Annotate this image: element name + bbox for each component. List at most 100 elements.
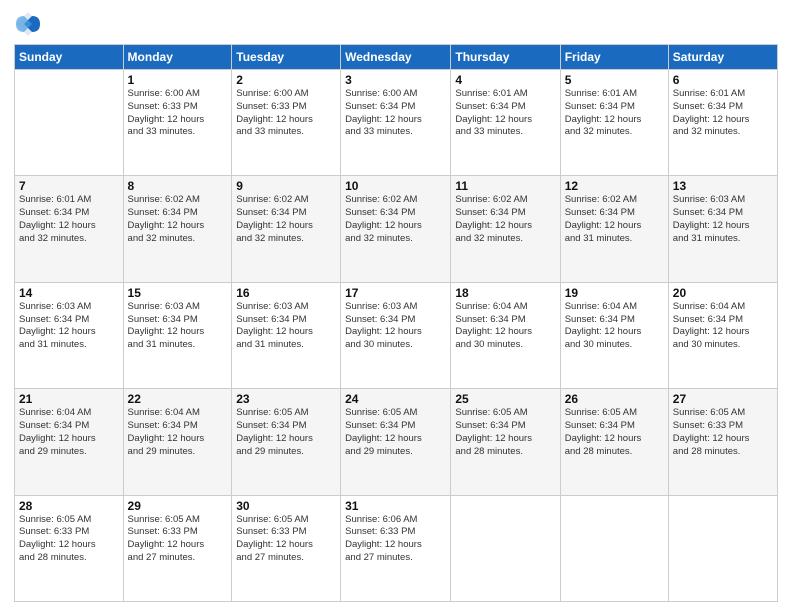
col-header-wednesday: Wednesday xyxy=(341,45,451,70)
calendar-cell xyxy=(668,495,777,601)
day-info: Sunrise: 6:02 AM Sunset: 6:34 PM Dayligh… xyxy=(345,194,446,245)
calendar-cell: 31Sunrise: 6:06 AM Sunset: 6:33 PM Dayli… xyxy=(341,495,451,601)
day-number: 29 xyxy=(128,499,228,513)
calendar-cell: 29Sunrise: 6:05 AM Sunset: 6:33 PM Dayli… xyxy=(123,495,232,601)
logo-icon xyxy=(14,10,42,38)
col-header-friday: Friday xyxy=(560,45,668,70)
day-info: Sunrise: 6:02 AM Sunset: 6:34 PM Dayligh… xyxy=(236,194,336,245)
day-number: 23 xyxy=(236,392,336,406)
calendar-cell: 18Sunrise: 6:04 AM Sunset: 6:34 PM Dayli… xyxy=(451,282,560,388)
calendar-cell: 19Sunrise: 6:04 AM Sunset: 6:34 PM Dayli… xyxy=(560,282,668,388)
week-row-2: 7Sunrise: 6:01 AM Sunset: 6:34 PM Daylig… xyxy=(15,176,778,282)
calendar-cell: 6Sunrise: 6:01 AM Sunset: 6:34 PM Daylig… xyxy=(668,70,777,176)
week-row-3: 14Sunrise: 6:03 AM Sunset: 6:34 PM Dayli… xyxy=(15,282,778,388)
col-header-tuesday: Tuesday xyxy=(232,45,341,70)
day-number: 3 xyxy=(345,73,446,87)
calendar-cell: 24Sunrise: 6:05 AM Sunset: 6:34 PM Dayli… xyxy=(341,389,451,495)
col-header-thursday: Thursday xyxy=(451,45,560,70)
day-info: Sunrise: 6:04 AM Sunset: 6:34 PM Dayligh… xyxy=(128,407,228,458)
day-number: 15 xyxy=(128,286,228,300)
calendar-cell: 11Sunrise: 6:02 AM Sunset: 6:34 PM Dayli… xyxy=(451,176,560,282)
day-info: Sunrise: 6:01 AM Sunset: 6:34 PM Dayligh… xyxy=(673,88,773,139)
day-info: Sunrise: 6:04 AM Sunset: 6:34 PM Dayligh… xyxy=(19,407,119,458)
day-number: 8 xyxy=(128,179,228,193)
day-number: 31 xyxy=(345,499,446,513)
day-info: Sunrise: 6:02 AM Sunset: 6:34 PM Dayligh… xyxy=(128,194,228,245)
day-info: Sunrise: 6:05 AM Sunset: 6:33 PM Dayligh… xyxy=(128,514,228,565)
day-info: Sunrise: 6:05 AM Sunset: 6:34 PM Dayligh… xyxy=(455,407,555,458)
day-info: Sunrise: 6:03 AM Sunset: 6:34 PM Dayligh… xyxy=(345,301,446,352)
week-row-5: 28Sunrise: 6:05 AM Sunset: 6:33 PM Dayli… xyxy=(15,495,778,601)
logo xyxy=(14,10,44,38)
calendar-cell xyxy=(451,495,560,601)
day-number: 18 xyxy=(455,286,555,300)
day-info: Sunrise: 6:00 AM Sunset: 6:34 PM Dayligh… xyxy=(345,88,446,139)
day-info: Sunrise: 6:04 AM Sunset: 6:34 PM Dayligh… xyxy=(673,301,773,352)
day-info: Sunrise: 6:01 AM Sunset: 6:34 PM Dayligh… xyxy=(455,88,555,139)
day-number: 26 xyxy=(565,392,664,406)
calendar-cell: 25Sunrise: 6:05 AM Sunset: 6:34 PM Dayli… xyxy=(451,389,560,495)
calendar-cell: 2Sunrise: 6:00 AM Sunset: 6:33 PM Daylig… xyxy=(232,70,341,176)
day-number: 21 xyxy=(19,392,119,406)
day-number: 4 xyxy=(455,73,555,87)
day-info: Sunrise: 6:05 AM Sunset: 6:34 PM Dayligh… xyxy=(565,407,664,458)
day-number: 10 xyxy=(345,179,446,193)
calendar-cell: 15Sunrise: 6:03 AM Sunset: 6:34 PM Dayli… xyxy=(123,282,232,388)
day-number: 17 xyxy=(345,286,446,300)
calendar-cell: 8Sunrise: 6:02 AM Sunset: 6:34 PM Daylig… xyxy=(123,176,232,282)
col-header-monday: Monday xyxy=(123,45,232,70)
calendar-cell: 17Sunrise: 6:03 AM Sunset: 6:34 PM Dayli… xyxy=(341,282,451,388)
day-info: Sunrise: 6:01 AM Sunset: 6:34 PM Dayligh… xyxy=(19,194,119,245)
day-info: Sunrise: 6:00 AM Sunset: 6:33 PM Dayligh… xyxy=(128,88,228,139)
day-number: 24 xyxy=(345,392,446,406)
day-number: 20 xyxy=(673,286,773,300)
calendar-table: SundayMondayTuesdayWednesdayThursdayFrid… xyxy=(14,44,778,602)
day-number: 11 xyxy=(455,179,555,193)
calendar-cell: 1Sunrise: 6:00 AM Sunset: 6:33 PM Daylig… xyxy=(123,70,232,176)
week-row-4: 21Sunrise: 6:04 AM Sunset: 6:34 PM Dayli… xyxy=(15,389,778,495)
day-info: Sunrise: 6:05 AM Sunset: 6:34 PM Dayligh… xyxy=(236,407,336,458)
calendar-cell: 20Sunrise: 6:04 AM Sunset: 6:34 PM Dayli… xyxy=(668,282,777,388)
day-number: 28 xyxy=(19,499,119,513)
calendar-cell: 9Sunrise: 6:02 AM Sunset: 6:34 PM Daylig… xyxy=(232,176,341,282)
day-number: 6 xyxy=(673,73,773,87)
calendar-cell: 7Sunrise: 6:01 AM Sunset: 6:34 PM Daylig… xyxy=(15,176,124,282)
week-row-1: 1Sunrise: 6:00 AM Sunset: 6:33 PM Daylig… xyxy=(15,70,778,176)
day-number: 5 xyxy=(565,73,664,87)
day-info: Sunrise: 6:05 AM Sunset: 6:33 PM Dayligh… xyxy=(19,514,119,565)
day-number: 16 xyxy=(236,286,336,300)
col-header-saturday: Saturday xyxy=(668,45,777,70)
calendar-cell xyxy=(15,70,124,176)
day-info: Sunrise: 6:03 AM Sunset: 6:34 PM Dayligh… xyxy=(128,301,228,352)
calendar-cell: 26Sunrise: 6:05 AM Sunset: 6:34 PM Dayli… xyxy=(560,389,668,495)
day-number: 2 xyxy=(236,73,336,87)
calendar-cell: 22Sunrise: 6:04 AM Sunset: 6:34 PM Dayli… xyxy=(123,389,232,495)
calendar-page: SundayMondayTuesdayWednesdayThursdayFrid… xyxy=(0,0,792,612)
calendar-cell: 3Sunrise: 6:00 AM Sunset: 6:34 PM Daylig… xyxy=(341,70,451,176)
day-number: 22 xyxy=(128,392,228,406)
calendar-cell: 10Sunrise: 6:02 AM Sunset: 6:34 PM Dayli… xyxy=(341,176,451,282)
calendar-cell: 14Sunrise: 6:03 AM Sunset: 6:34 PM Dayli… xyxy=(15,282,124,388)
day-info: Sunrise: 6:06 AM Sunset: 6:33 PM Dayligh… xyxy=(345,514,446,565)
day-info: Sunrise: 6:01 AM Sunset: 6:34 PM Dayligh… xyxy=(565,88,664,139)
calendar-cell: 4Sunrise: 6:01 AM Sunset: 6:34 PM Daylig… xyxy=(451,70,560,176)
header xyxy=(14,10,778,38)
calendar-cell: 30Sunrise: 6:05 AM Sunset: 6:33 PM Dayli… xyxy=(232,495,341,601)
day-info: Sunrise: 6:00 AM Sunset: 6:33 PM Dayligh… xyxy=(236,88,336,139)
calendar-cell: 21Sunrise: 6:04 AM Sunset: 6:34 PM Dayli… xyxy=(15,389,124,495)
day-number: 1 xyxy=(128,73,228,87)
calendar-cell: 23Sunrise: 6:05 AM Sunset: 6:34 PM Dayli… xyxy=(232,389,341,495)
day-info: Sunrise: 6:03 AM Sunset: 6:34 PM Dayligh… xyxy=(673,194,773,245)
header-row: SundayMondayTuesdayWednesdayThursdayFrid… xyxy=(15,45,778,70)
col-header-sunday: Sunday xyxy=(15,45,124,70)
day-info: Sunrise: 6:05 AM Sunset: 6:33 PM Dayligh… xyxy=(236,514,336,565)
calendar-cell: 12Sunrise: 6:02 AM Sunset: 6:34 PM Dayli… xyxy=(560,176,668,282)
day-number: 27 xyxy=(673,392,773,406)
day-number: 30 xyxy=(236,499,336,513)
day-info: Sunrise: 6:04 AM Sunset: 6:34 PM Dayligh… xyxy=(455,301,555,352)
calendar-cell: 16Sunrise: 6:03 AM Sunset: 6:34 PM Dayli… xyxy=(232,282,341,388)
calendar-cell: 13Sunrise: 6:03 AM Sunset: 6:34 PM Dayli… xyxy=(668,176,777,282)
calendar-cell: 5Sunrise: 6:01 AM Sunset: 6:34 PM Daylig… xyxy=(560,70,668,176)
day-info: Sunrise: 6:03 AM Sunset: 6:34 PM Dayligh… xyxy=(236,301,336,352)
day-info: Sunrise: 6:05 AM Sunset: 6:33 PM Dayligh… xyxy=(673,407,773,458)
